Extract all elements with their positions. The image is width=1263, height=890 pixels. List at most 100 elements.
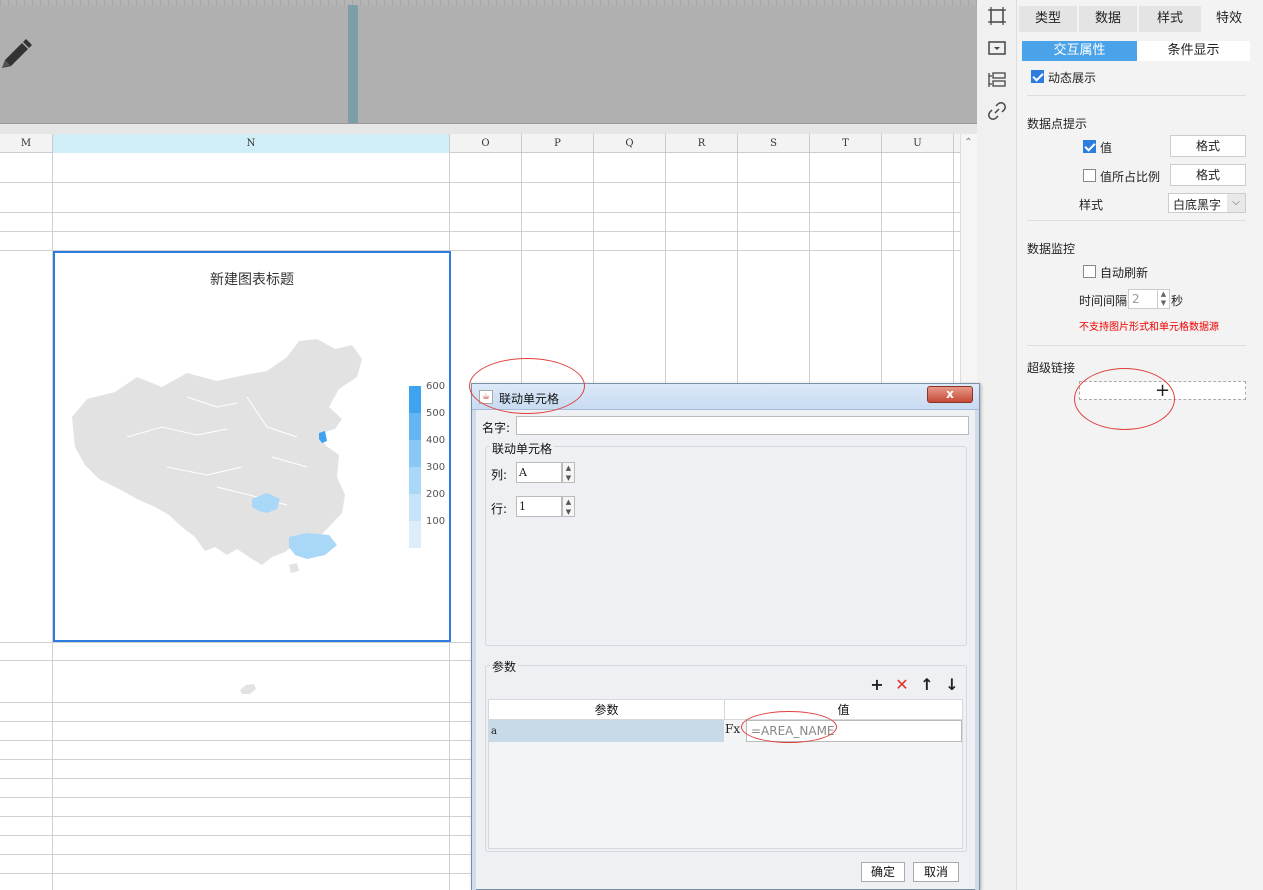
ok-button[interactable]: 确定 (861, 862, 905, 882)
show-value-label: 值 (1100, 141, 1113, 155)
legend-label-300: 300 (426, 462, 446, 473)
column-stepper-icon[interactable]: ▲ ▼ (562, 462, 575, 483)
column-input[interactable]: A (516, 462, 562, 483)
column-header-n[interactable]: N (53, 134, 450, 153)
column-header-o[interactable]: O (450, 134, 522, 153)
tab-effects[interactable]: 特效 (1201, 6, 1257, 32)
legend-block-300[interactable] (409, 467, 421, 494)
linked-cell-group-title: 联动单元格 (490, 440, 555, 457)
datapoint-hint-title: 数据点提示 (1027, 117, 1088, 131)
params-table-header: 参数 值 (489, 700, 962, 720)
subtab-interaction[interactable]: 交互属性 (1022, 41, 1137, 61)
legend-block-600[interactable] (409, 386, 421, 413)
interval-value: 2 (1132, 292, 1140, 306)
style-select-value: 白底黑字 (1173, 198, 1222, 212)
legend-block-500[interactable] (409, 413, 421, 440)
delete-param-icon[interactable]: ✕ (894, 677, 910, 693)
scroll-up-arrow-icon[interactable]: ⌃ (962, 136, 975, 149)
hyperlink-icon[interactable] (987, 101, 1007, 121)
chart-title[interactable]: 新建图表标题 (55, 269, 449, 289)
column-header-p[interactable]: P (522, 134, 594, 153)
move-up-icon[interactable]: ↑ (919, 677, 935, 693)
dropdown-widget-icon[interactable] (987, 38, 1007, 58)
chevron-down-icon[interactable]: ⌵ (1227, 194, 1245, 212)
interval-label: 时间间隔 (1079, 294, 1128, 308)
annotation-ellipse (1074, 368, 1175, 430)
top-canvas-area (0, 0, 977, 124)
linked-cell-dialog: ☕ 联动单元格 x 名字: 联动单元格 列: A ▲ ▼ 行: 1 ▲ ▼ 参数 +… (471, 383, 980, 890)
column-header-u[interactable]: U (882, 134, 954, 153)
map-region-base[interactable] (72, 339, 362, 565)
auto-refresh-label: 自动刷新 (1100, 266, 1149, 280)
divider (1027, 220, 1246, 221)
close-button[interactable]: x (927, 386, 973, 403)
table-row[interactable]: a Fx =AREA_NAME (489, 720, 962, 742)
map-region-guangdong[interactable] (289, 533, 337, 559)
column-header-r[interactable]: R (666, 134, 738, 153)
sheet-gap (0, 124, 977, 134)
params-table: 参数 值 a Fx =AREA_NAME (488, 699, 963, 849)
subtab-conditional-display[interactable]: 条件显示 (1137, 41, 1250, 61)
map-region-hainan[interactable] (289, 563, 299, 573)
map-chart[interactable]: 新建图表标题 600 500 400 300 200 100 (53, 251, 451, 642)
style-select[interactable]: 白底黑字 ⌵ (1168, 193, 1246, 213)
annotation-ellipse (469, 358, 585, 414)
divider (1027, 345, 1246, 346)
column-header-q[interactable]: Q (594, 134, 666, 153)
pencil-icon[interactable] (0, 38, 34, 72)
name-input[interactable] (516, 416, 969, 435)
column-header-m[interactable]: M (0, 134, 53, 153)
legend-label-400: 400 (426, 435, 446, 446)
map-island-fragment (240, 684, 256, 694)
legend-block-400[interactable] (409, 440, 421, 467)
property-tabs: 类型 数据 样式 特效 (1019, 6, 1257, 32)
interval-stepper[interactable]: 2 ▲ ▼ (1128, 289, 1170, 309)
legend-label-500: 500 (426, 408, 446, 419)
properties-panel (1017, 0, 1263, 890)
divider (1027, 95, 1246, 96)
params-group-title: 参数 (490, 658, 519, 675)
auto-refresh-checkbox[interactable] (1083, 265, 1096, 278)
grid-line (0, 182, 960, 183)
cancel-button[interactable]: 取消 (913, 862, 959, 882)
tab-style[interactable]: 样式 (1139, 6, 1201, 32)
top-ruler (0, 0, 977, 6)
splitter-bar[interactable] (348, 5, 358, 123)
style-label: 样式 (1079, 198, 1104, 212)
row-label: 行: (491, 502, 508, 516)
ratio-format-button[interactable]: 格式 (1170, 164, 1246, 186)
param-column-header: 参数 (594, 703, 619, 717)
move-down-icon[interactable]: ↓ (944, 677, 960, 693)
legend-block-100[interactable] (409, 521, 421, 548)
hyperlink-title: 超级链接 (1027, 361, 1076, 375)
column-header-t[interactable]: T (810, 134, 882, 153)
row-stepper-icon[interactable]: ▲ ▼ (562, 496, 575, 517)
legend-label-100: 100 (426, 516, 446, 527)
column-header-row: M N O P Q R S T U (0, 134, 960, 153)
grid-line (0, 231, 960, 232)
param-name-cell[interactable]: a (489, 720, 724, 742)
dialog-border-left (472, 410, 476, 890)
grid-line (0, 212, 960, 213)
show-value-checkbox[interactable] (1083, 140, 1096, 153)
value-ratio-checkbox[interactable] (1083, 169, 1096, 182)
dialog-border-right (975, 410, 979, 890)
resize-frame-icon[interactable] (987, 6, 1007, 26)
row-input[interactable]: 1 (516, 496, 562, 517)
value-ratio-label: 值所占比例 (1100, 170, 1161, 184)
layer-list-icon[interactable] (987, 70, 1007, 90)
legend-block-200[interactable] (409, 494, 421, 521)
tab-data[interactable]: 数据 (1079, 6, 1137, 32)
stepper-arrows-icon[interactable]: ▲ ▼ (1157, 290, 1169, 308)
tab-type[interactable]: 类型 (1019, 6, 1077, 32)
dynamic-display-label: 动态展示 (1048, 71, 1097, 85)
dynamic-display-checkbox[interactable] (1031, 70, 1044, 83)
value-format-button[interactable]: 格式 (1170, 135, 1246, 157)
legend-label-200: 200 (426, 489, 446, 500)
column-header-s[interactable]: S (738, 134, 810, 153)
annotation-ellipse (741, 711, 837, 743)
legend-label-600: 600 (426, 381, 446, 392)
tool-strip (977, 0, 1017, 890)
add-param-icon[interactable]: + (869, 677, 885, 693)
china-map[interactable] (67, 337, 367, 597)
